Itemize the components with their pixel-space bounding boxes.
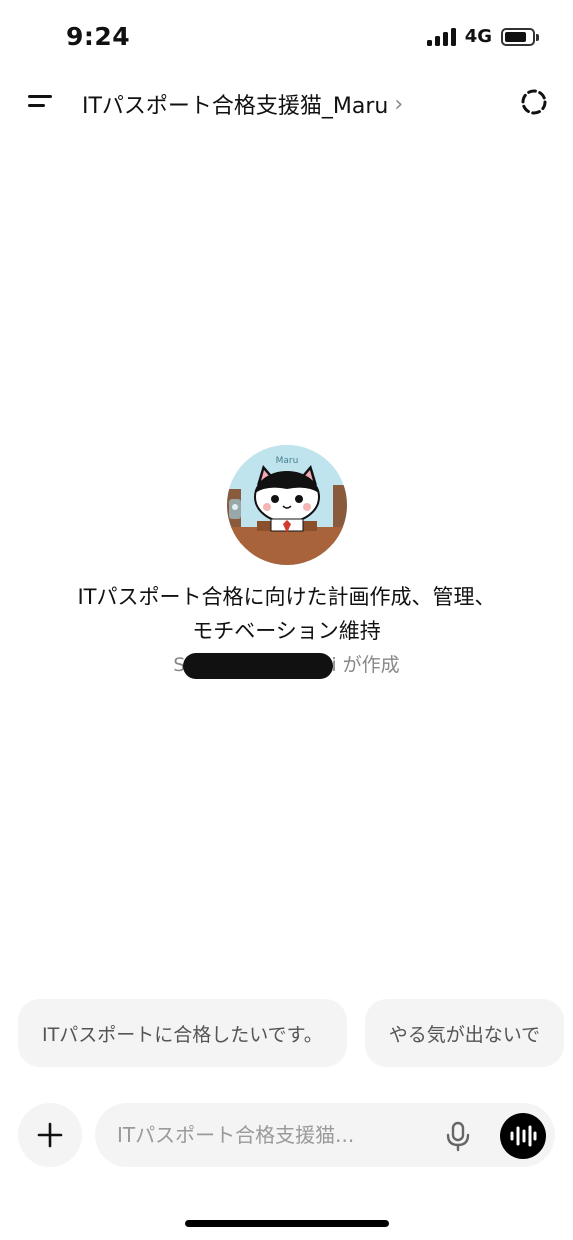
suggestion-chip[interactable]: やる気が出ないで bbox=[364, 999, 565, 1067]
plus-icon bbox=[37, 1122, 63, 1148]
attach-button[interactable] bbox=[18, 1103, 82, 1167]
voice-mode-button[interactable] bbox=[500, 1113, 546, 1159]
avatar-label: Maru bbox=[276, 456, 299, 466]
new-chat-icon[interactable] bbox=[517, 85, 551, 119]
home-indicator bbox=[185, 1220, 389, 1227]
gpt-creator: Si が作成 bbox=[0, 650, 573, 679]
suggestion-chips: ITパスポートに合格したいです。 やる気が出ないで bbox=[18, 999, 565, 1067]
network-type: 4G bbox=[464, 26, 492, 47]
creator-suffix: i が作成 bbox=[331, 654, 400, 676]
redacted-name bbox=[183, 652, 334, 679]
gpt-avatar: Maru bbox=[227, 445, 347, 565]
status-time: 9:24 bbox=[66, 22, 131, 51]
gpt-title-button[interactable]: ITパスポート合格支援猫_Maru › bbox=[82, 88, 403, 120]
message-input[interactable] bbox=[117, 1120, 437, 1150]
chevron-right-icon: › bbox=[394, 91, 404, 117]
menu-icon[interactable] bbox=[24, 88, 58, 116]
gpt-description-line: モチベーション維持 bbox=[192, 619, 381, 643]
gpt-description-line: ITパスポート合格に向けた計画作成、管理、 bbox=[77, 585, 496, 609]
gpt-title: ITパスポート合格支援猫_Maru bbox=[82, 94, 389, 119]
screen: 9:24 4G ITパスポート合格支援猫_Maru › Maru ITパスポート… bbox=[0, 0, 573, 1240]
signal-icon bbox=[426, 27, 456, 46]
message-composer bbox=[95, 1103, 555, 1167]
battery-icon bbox=[501, 27, 539, 46]
suggestion-chip[interactable]: ITパスポートに合格したいです。 bbox=[18, 999, 347, 1067]
voice-waveform-icon bbox=[510, 1125, 537, 1147]
mic-icon[interactable] bbox=[443, 1120, 473, 1152]
status-indicators: 4G bbox=[426, 26, 539, 47]
gpt-description: ITパスポート合格に向けた計画作成、管理、 モチベーション維持 bbox=[30, 580, 543, 648]
